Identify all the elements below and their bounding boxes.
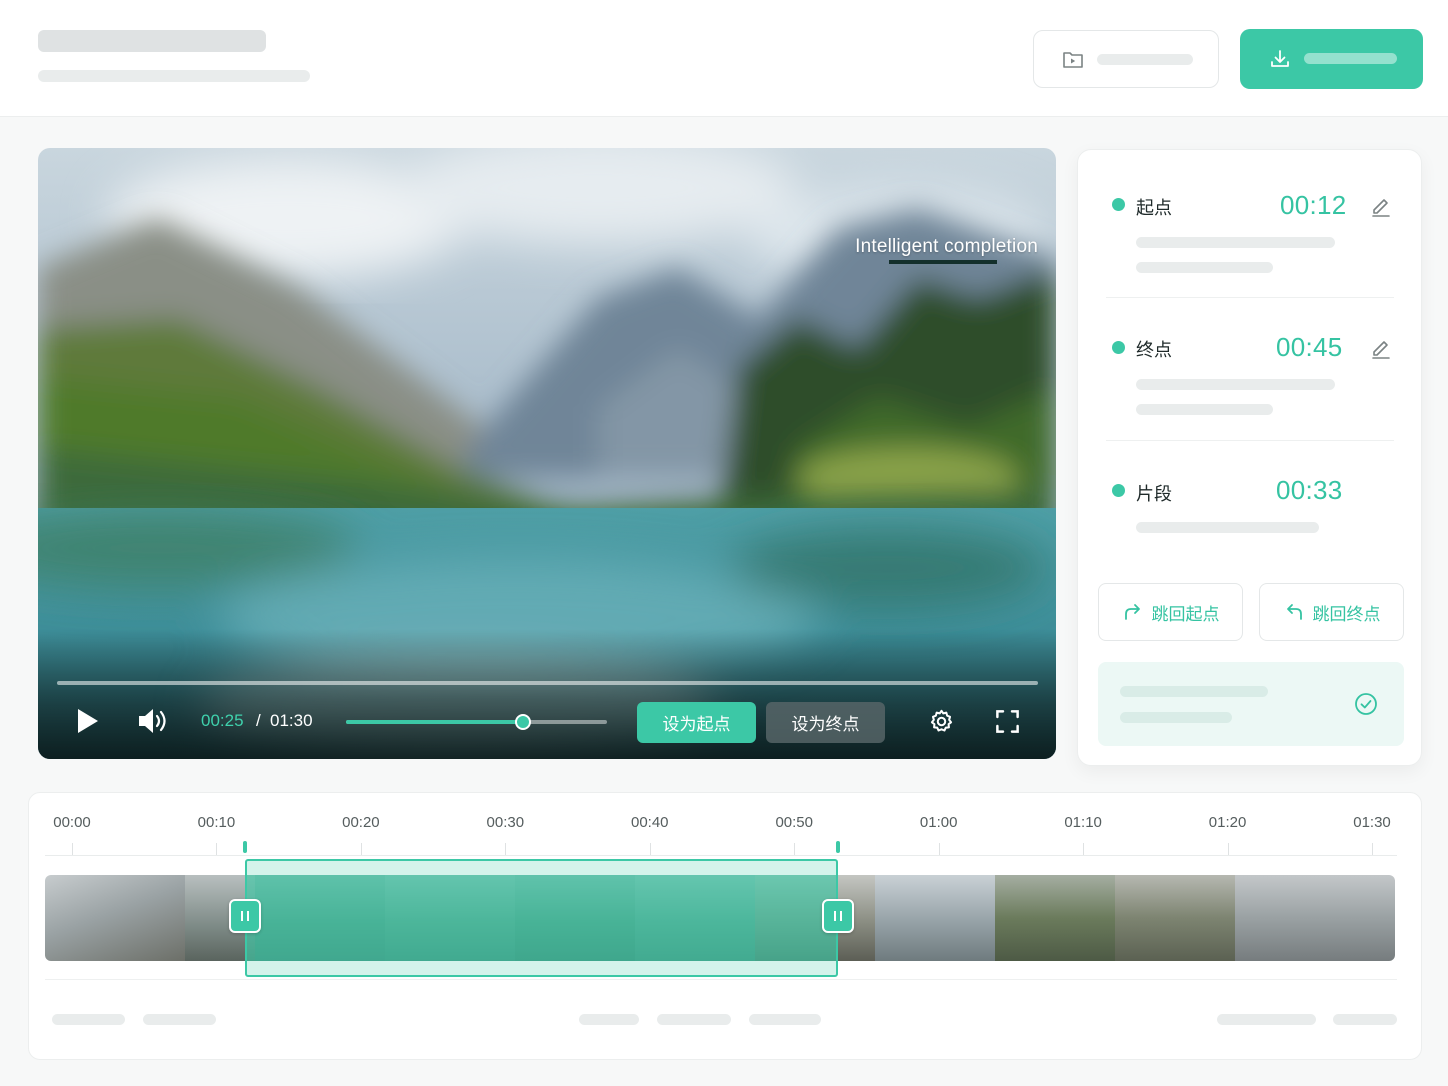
timeline-editor[interactable]: 00:00 00:10 00:20 00:30 00:40 00:50 01:00 01:10…	[28, 792, 1422, 1060]
end-point-dot	[1112, 341, 1125, 354]
tick-label: 01:00	[919, 814, 958, 831]
tick-label: 01:30	[1353, 814, 1391, 831]
tick-label: 00:00	[53, 814, 91, 831]
overlay-text-highlight	[889, 260, 997, 264]
track-placeholder	[52, 1014, 125, 1025]
track-placeholder	[1217, 1014, 1316, 1025]
thumbnail-frame	[875, 875, 995, 961]
current-time: 00:25	[201, 711, 244, 730]
end-detail-placeholder	[1136, 379, 1335, 390]
ruler-baseline	[45, 855, 1397, 856]
video-player[interactable]: Intelligent completion 00:25 / 01:30 设为起…	[38, 148, 1056, 759]
settings-icon[interactable]	[928, 708, 955, 735]
selection-overlay	[247, 875, 836, 961]
track-placeholder	[143, 1014, 216, 1025]
panel-divider	[1106, 440, 1394, 441]
tick-label: 00:40	[630, 814, 669, 831]
controls-gradient	[38, 629, 1056, 759]
thumbnail-frame	[1115, 875, 1235, 961]
selection-end-marker	[835, 841, 840, 853]
clip-info-panel: 起点 00:12 终点 00:45 片段 00:33 跳回起点 跳回终点	[1077, 149, 1422, 766]
selection-range[interactable]	[245, 859, 838, 977]
selection-start-marker	[243, 841, 248, 853]
track-placeholder	[1333, 1014, 1397, 1025]
play-icon[interactable]	[76, 707, 100, 735]
tick-mark	[649, 843, 651, 855]
tick-label: 00:50	[775, 814, 813, 831]
panel-divider	[1106, 297, 1394, 298]
segment-duration: 00:33	[1276, 475, 1343, 505]
fullscreen-icon[interactable]	[994, 708, 1021, 735]
page-title-placeholder	[38, 30, 266, 52]
segment-label: 片段	[1136, 484, 1172, 504]
tick-mark	[938, 843, 940, 855]
tick-label: 00:10	[197, 814, 236, 831]
video-overlay-text: Intelligent completion	[855, 236, 1038, 257]
tick-label: 00:20	[342, 814, 380, 831]
tick-label: 00:30	[486, 814, 525, 831]
download-icon	[1271, 50, 1289, 67]
completion-notice	[1098, 662, 1404, 746]
tick-mark	[1083, 843, 1085, 855]
selection-start-handle[interactable]	[229, 899, 262, 933]
notice-line-placeholder	[1120, 686, 1268, 697]
segment-detail-placeholder	[1136, 522, 1319, 533]
end-point-label: 终点	[1136, 340, 1172, 360]
end-detail-placeholder-2	[1136, 404, 1273, 415]
thumbnail-frame	[995, 875, 1115, 961]
export-button[interactable]	[1240, 29, 1423, 89]
timeline-divider	[45, 979, 1397, 980]
start-point-time: 00:12	[1280, 190, 1347, 220]
start-detail-placeholder	[1136, 237, 1335, 248]
volume-slider-fill	[346, 720, 524, 724]
total-time: 01:30	[270, 711, 313, 730]
tick-mark	[794, 843, 796, 855]
edit-end-icon[interactable]	[1370, 337, 1392, 359]
volume-icon[interactable]	[137, 707, 169, 735]
tick-mark	[360, 843, 362, 855]
open-video-label-placeholder	[1097, 54, 1193, 65]
start-detail-placeholder-2	[1136, 262, 1273, 273]
segment-dot	[1112, 484, 1125, 497]
set-end-button[interactable]: 设为终点	[766, 702, 885, 743]
check-circle-icon	[1355, 693, 1377, 715]
tick-mark	[72, 843, 73, 855]
start-point-label: 起点	[1136, 198, 1172, 218]
time-separator: /	[256, 711, 261, 730]
redo-arrow-icon	[1124, 604, 1140, 620]
tick-label: 01:20	[1208, 814, 1247, 831]
tick-label: 01:10	[1064, 814, 1102, 831]
open-video-button[interactable]	[1033, 30, 1219, 88]
undo-arrow-icon	[1286, 604, 1302, 620]
jump-to-start-button[interactable]: 跳回起点	[1098, 583, 1243, 641]
app-header	[0, 0, 1448, 117]
notice-line-placeholder-2	[1120, 712, 1232, 723]
end-point-time: 00:45	[1276, 332, 1343, 362]
video-file-icon	[1063, 52, 1083, 68]
track-placeholder	[579, 1014, 639, 1025]
thumbnail-frame	[1235, 875, 1395, 961]
jump-to-start-label: 跳回起点	[1151, 604, 1220, 624]
thumbnail-frame	[45, 875, 185, 961]
set-start-button[interactable]: 设为起点	[637, 702, 756, 743]
jump-to-end-button[interactable]: 跳回终点	[1259, 583, 1404, 641]
start-point-dot	[1112, 198, 1125, 211]
tick-mark	[1227, 843, 1229, 855]
tick-mark	[1372, 843, 1373, 855]
selection-end-handle[interactable]	[821, 899, 854, 933]
volume-slider[interactable]	[346, 714, 607, 730]
page-subtitle-placeholder	[38, 70, 310, 82]
export-label-placeholder	[1304, 53, 1397, 64]
edit-start-icon[interactable]	[1370, 195, 1392, 217]
tick-mark	[216, 843, 218, 855]
jump-to-end-label: 跳回终点	[1312, 604, 1381, 624]
tick-mark	[505, 843, 507, 855]
track-placeholder	[749, 1014, 821, 1025]
track-placeholder	[657, 1014, 731, 1025]
playback-progress-bar[interactable]	[57, 681, 1038, 685]
